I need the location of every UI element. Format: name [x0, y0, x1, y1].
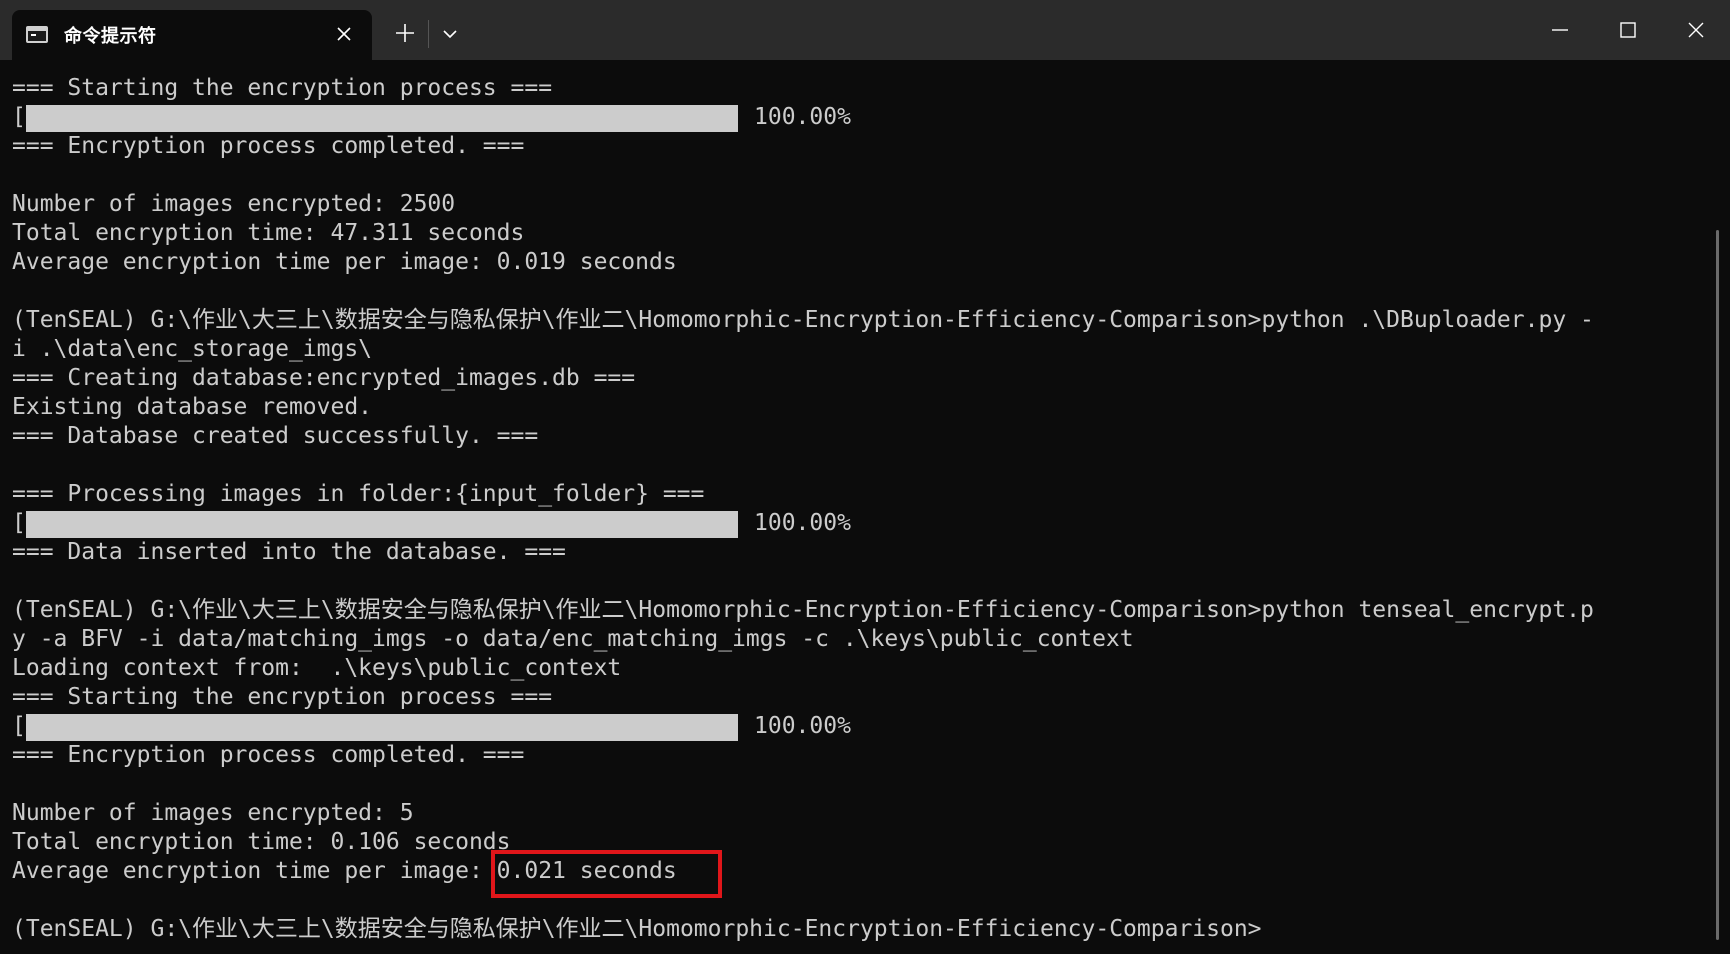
terminal-line: Existing database removed. — [12, 394, 373, 420]
maximize-button[interactable] — [1594, 0, 1662, 60]
progress-bar-fill — [26, 105, 738, 132]
tab-title: 命令提示符 — [64, 26, 157, 46]
progress-bar-close: ] — [724, 510, 738, 536]
terminal-prompt-line: (TenSEAL) G:\作业\大三上\数据安全与隐私保护\作业二\Homomo… — [12, 916, 1262, 942]
chevron-down-icon — [443, 30, 457, 39]
progress-bar-open: [ — [12, 510, 26, 536]
progress-bar-fill — [26, 511, 738, 538]
terminal-line: i .\data\enc_storage_imgs\ — [12, 336, 373, 362]
progress-bar-open: [ — [12, 713, 26, 739]
terminal-line: Average encryption time per image: 0.019… — [12, 249, 677, 275]
progress-bar: [ ] 100.00% — [12, 712, 872, 741]
terminal-line: Total encryption time: 0.106 seconds — [12, 829, 511, 855]
terminal-line: === Data inserted into the database. === — [12, 539, 566, 565]
terminal-line: === Processing images in folder:{input_f… — [12, 481, 705, 507]
terminal-line: === Encryption process completed. === — [12, 742, 525, 768]
terminal-line: === Starting the encryption process === — [12, 75, 553, 101]
terminal-prompt-line: (TenSEAL) G:\作业\大三上\数据安全与隐私保护\作业二\Homomo… — [12, 597, 1594, 623]
terminal-line: Loading context from: .\keys\public_cont… — [12, 655, 622, 681]
scrollbar[interactable] — [1716, 230, 1719, 940]
progress-bar-open: [ — [12, 104, 26, 130]
progress-bar-close: ] — [724, 104, 738, 130]
progress-percent: 100.00% — [754, 510, 851, 536]
terminal-line: === Encryption process completed. === — [12, 133, 525, 159]
title-bar: 命令提示符 — [0, 0, 1730, 60]
minimize-icon — [1552, 29, 1568, 31]
tab-dropdown-button[interactable] — [436, 18, 464, 48]
terminal-output[interactable]: === Starting the encryption process === … — [0, 60, 1710, 954]
terminal-line: Number of images encrypted: 5 — [12, 800, 414, 826]
progress-bar-fill — [26, 714, 738, 741]
tab-separator — [428, 20, 429, 48]
tab-close-button[interactable] — [330, 20, 358, 48]
terminal-line: === Starting the encryption process === — [12, 684, 553, 710]
close-icon — [1688, 22, 1704, 38]
terminal-prompt-line: (TenSEAL) G:\作业\大三上\数据安全与隐私保护\作业二\Homomo… — [12, 307, 1594, 333]
terminal-line: y -a BFV -i data/matching_imgs -o data/e… — [12, 626, 1134, 652]
new-tab-button[interactable] — [388, 16, 422, 50]
terminal-window: 命令提示符 === Starting the encryption proces… — [0, 0, 1730, 954]
tab-command-prompt[interactable]: 命令提示符 — [12, 10, 372, 60]
terminal-line: Total encryption time: 47.311 seconds — [12, 220, 525, 246]
terminal-line: Number of images encrypted: 2500 — [12, 191, 456, 217]
progress-percent: 100.00% — [754, 713, 851, 739]
progress-bar-close: ] — [724, 713, 738, 739]
progress-bar: [ ] 100.00% — [12, 103, 872, 132]
close-button[interactable] — [1662, 0, 1730, 60]
plus-icon — [396, 24, 414, 42]
terminal-line: === Database created successfully. === — [12, 423, 539, 449]
close-icon — [337, 27, 351, 41]
progress-bar: [ ] 100.00% — [12, 509, 872, 538]
maximize-icon — [1620, 22, 1636, 38]
highlight-annotation — [491, 850, 722, 898]
progress-percent: 100.00% — [754, 104, 851, 130]
minimize-button[interactable] — [1526, 0, 1594, 60]
terminal-icon — [26, 26, 48, 43]
terminal-line: === Creating database:encrypted_images.d… — [12, 365, 636, 391]
